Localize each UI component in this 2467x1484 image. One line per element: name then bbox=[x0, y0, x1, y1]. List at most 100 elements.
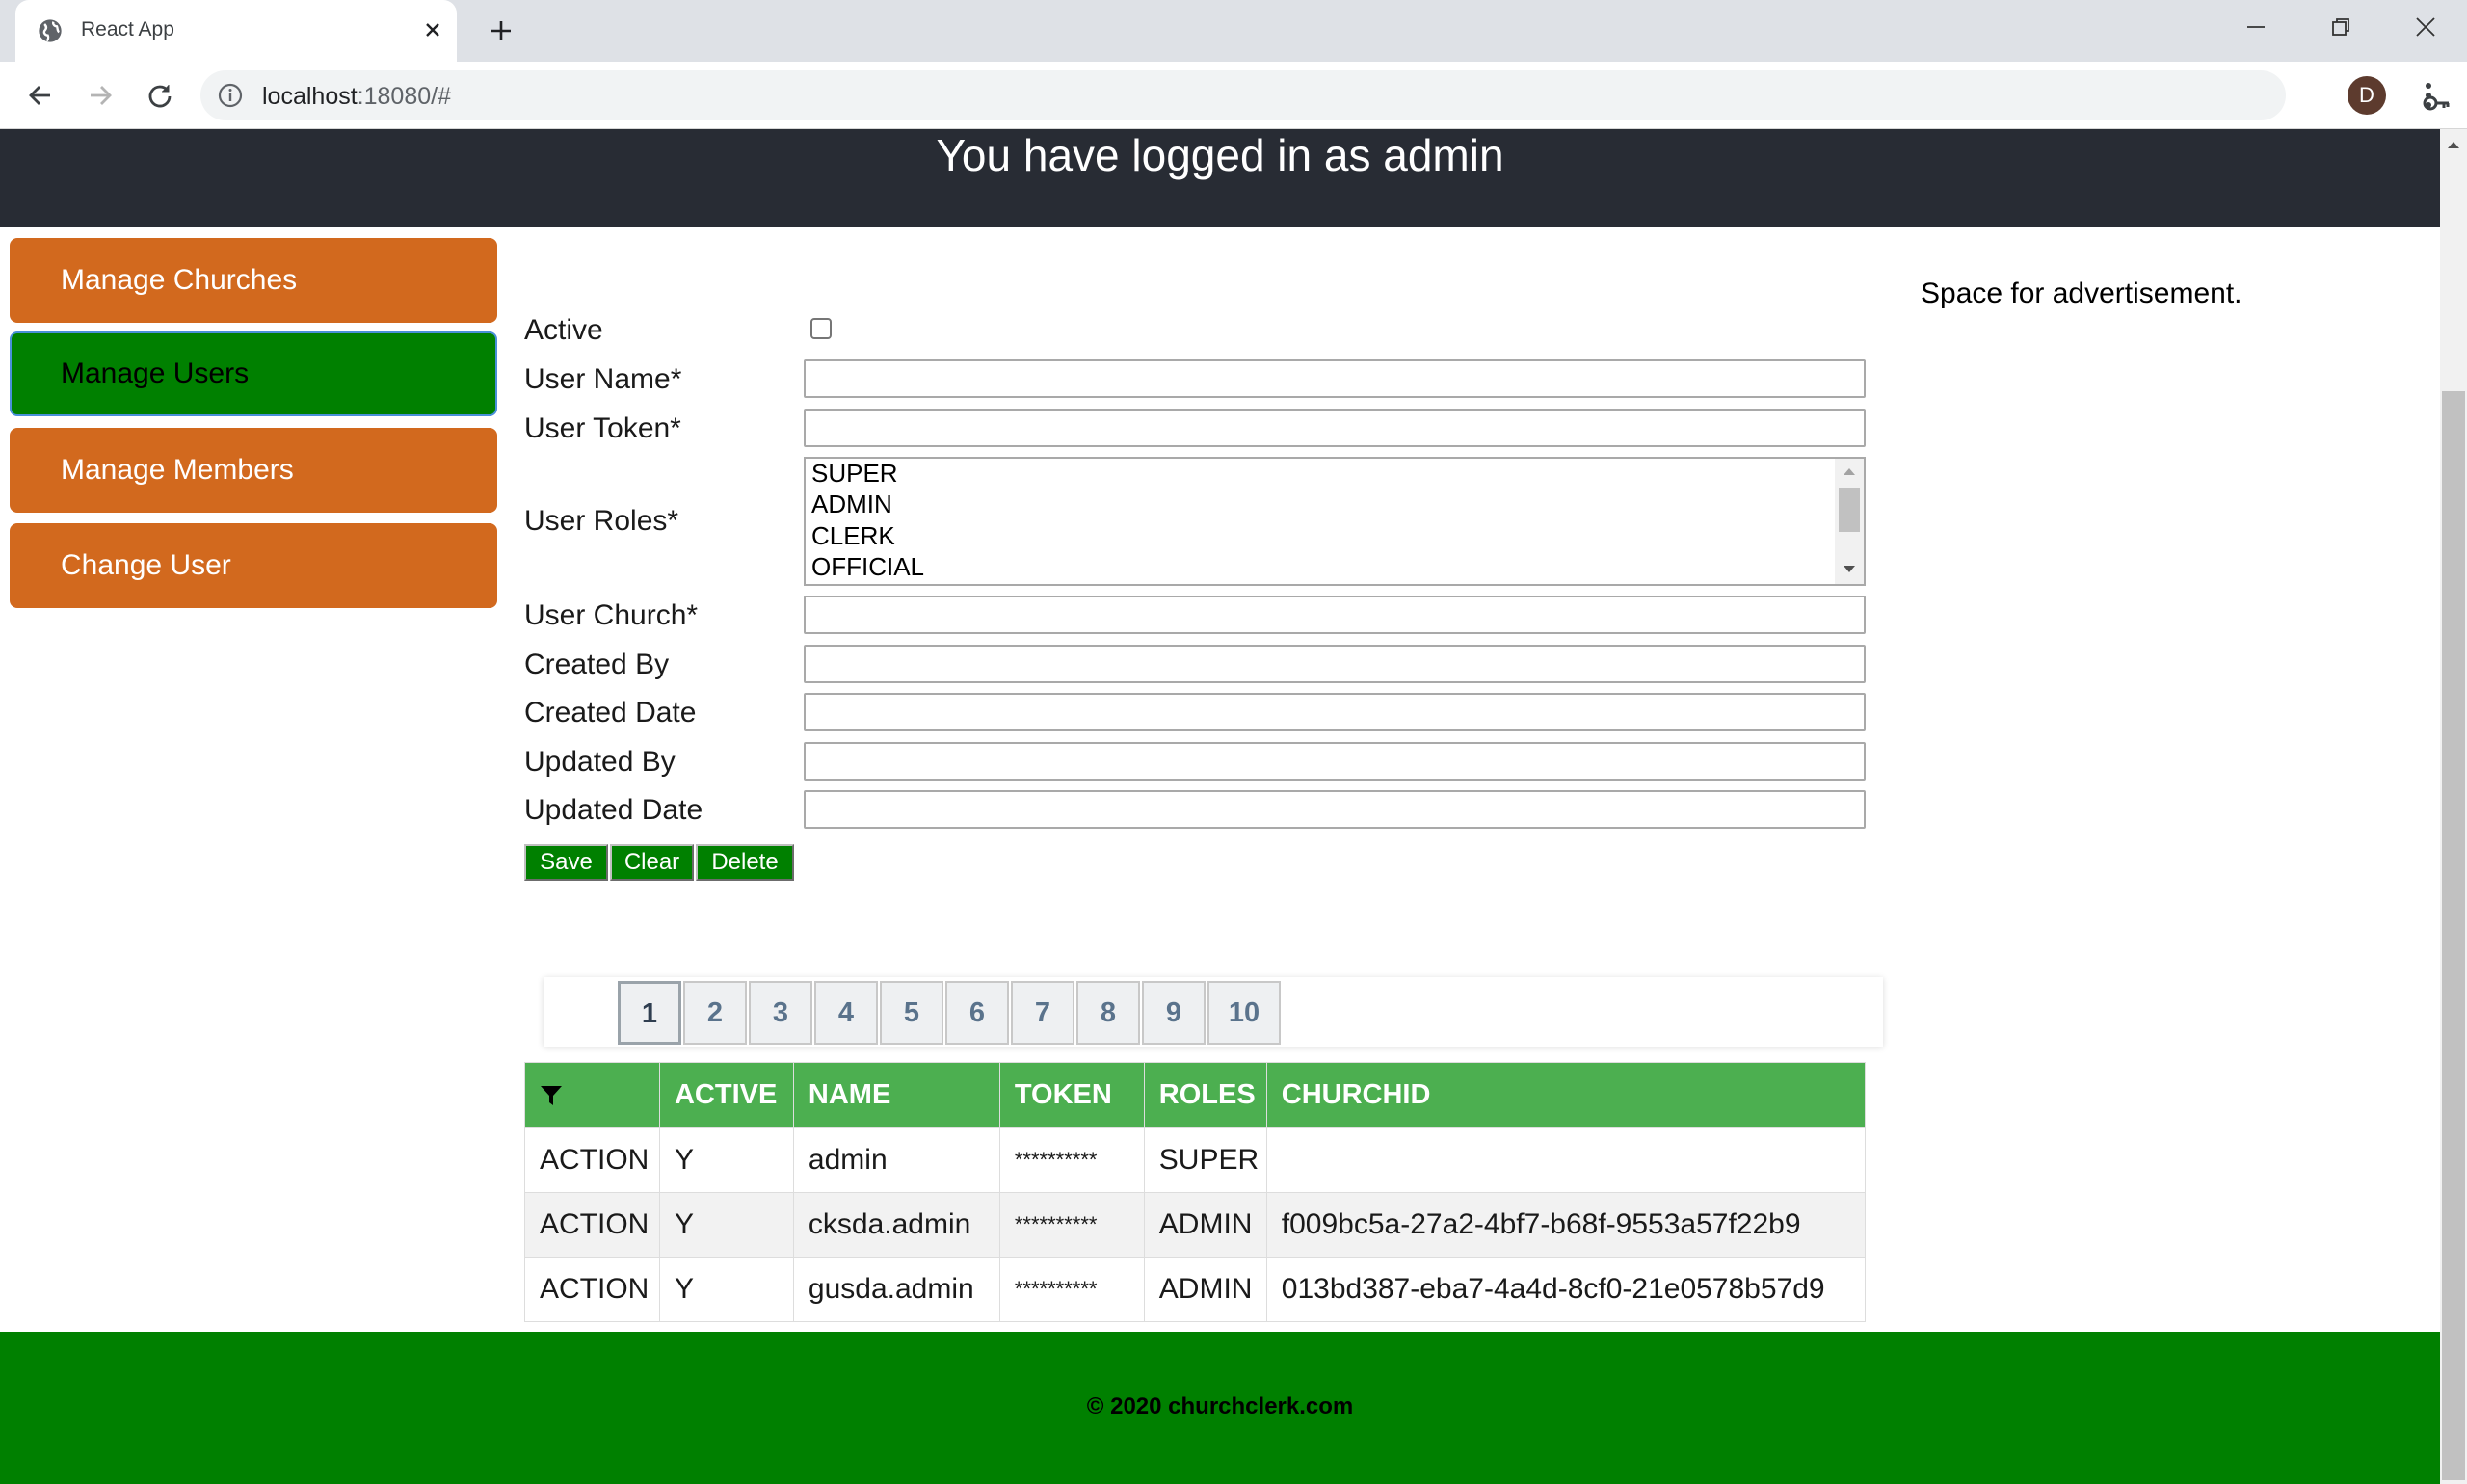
url-host: localhost bbox=[262, 83, 358, 110]
page-button-7[interactable]: 7 bbox=[1011, 981, 1074, 1045]
page-button-9[interactable]: 9 bbox=[1142, 981, 1206, 1045]
page-button-2[interactable]: 2 bbox=[683, 981, 747, 1045]
profile-avatar[interactable]: D bbox=[2348, 76, 2386, 115]
filter-icon[interactable] bbox=[540, 1084, 563, 1107]
forward-arrow-icon[interactable] bbox=[81, 76, 119, 115]
roles-scroll-thumb[interactable] bbox=[1839, 488, 1860, 532]
back-arrow-icon[interactable] bbox=[21, 76, 60, 115]
save-button[interactable]: Save bbox=[524, 844, 608, 881]
cell-churchid: f009bc5a-27a2-4bf7-b68f-9553a57f22b9 bbox=[1265, 1192, 1867, 1258]
user-roles-label: User Roles* bbox=[524, 505, 679, 537]
address-bar[interactable]: localhost:18080/# bbox=[200, 70, 2450, 120]
url-path: :18080/# bbox=[357, 83, 451, 110]
page-viewport: You have logged in as admin Manage Churc… bbox=[0, 129, 2440, 1484]
roles-scrollbar[interactable] bbox=[1835, 459, 1864, 584]
cell-active: Y bbox=[658, 1127, 794, 1193]
created-date-label: Created Date bbox=[524, 697, 697, 729]
row-action-link[interactable]: ACTION bbox=[524, 1192, 660, 1258]
sidebar-item-manage-members[interactable]: Manage Members bbox=[10, 428, 497, 513]
created-by-label: Created By bbox=[524, 649, 670, 680]
cell-churchid: 013bd387-eba7-4a4d-8cf0-21e0578b57d9 bbox=[1265, 1257, 1867, 1322]
cell-active: Y bbox=[658, 1257, 794, 1322]
role-option-super[interactable]: SUPER bbox=[811, 459, 898, 489]
column-header-token[interactable]: TOKEN bbox=[998, 1062, 1145, 1128]
cell-roles: SUPER bbox=[1143, 1127, 1267, 1193]
active-checkbox[interactable] bbox=[810, 318, 832, 339]
info-icon[interactable] bbox=[218, 83, 243, 108]
url-text: localhost:18080/# bbox=[262, 83, 451, 111]
cell-active: Y bbox=[658, 1192, 794, 1258]
advertisement-space: Space for advertisement. bbox=[1921, 278, 2242, 309]
page-title: You have logged in as admin bbox=[936, 130, 1504, 180]
table-row[interactable]: ACTION Y gusda.admin ********** ADMIN 01… bbox=[524, 1257, 1867, 1322]
page-scroll-thumb[interactable] bbox=[2442, 391, 2465, 1480]
globe-icon bbox=[39, 19, 62, 42]
page-button-1[interactable]: 1 bbox=[618, 981, 681, 1045]
updated-by-input[interactable] bbox=[804, 742, 1866, 781]
browser-tab[interactable]: React App bbox=[15, 0, 457, 62]
delete-button[interactable]: Delete bbox=[696, 844, 794, 881]
cell-roles: ADMIN bbox=[1143, 1257, 1267, 1322]
more-menu-icon[interactable] bbox=[2411, 76, 2446, 115]
tab-close-icon[interactable] bbox=[416, 13, 449, 46]
table-row[interactable]: ACTION Y admin ********** SUPER bbox=[524, 1127, 1867, 1193]
reload-icon[interactable] bbox=[141, 76, 179, 115]
window-close-icon[interactable] bbox=[2403, 10, 2448, 44]
users-table: ACTIVE NAME TOKEN ROLES CHURCHID ACTION … bbox=[524, 1062, 1867, 1322]
user-church-input[interactable] bbox=[804, 596, 1866, 634]
cell-name: cksda.admin bbox=[792, 1192, 1000, 1258]
updated-date-label: Updated Date bbox=[524, 794, 703, 826]
cell-roles: ADMIN bbox=[1143, 1192, 1267, 1258]
table-header-row: ACTIVE NAME TOKEN ROLES CHURCHID bbox=[524, 1062, 1867, 1128]
page-button-4[interactable]: 4 bbox=[814, 981, 878, 1045]
sidebar-item-manage-churches[interactable]: Manage Churches bbox=[10, 238, 497, 323]
active-label: Active bbox=[524, 314, 603, 346]
created-by-input[interactable] bbox=[804, 645, 1866, 683]
scroll-up-arrow-icon[interactable] bbox=[2440, 133, 2467, 156]
cell-name: admin bbox=[792, 1127, 1000, 1193]
copyright-text: © 2020 churchclerk.com bbox=[1086, 1393, 1354, 1419]
clear-button[interactable]: Clear bbox=[610, 844, 694, 881]
column-header-name[interactable]: NAME bbox=[792, 1062, 1000, 1128]
table-row[interactable]: ACTION Y cksda.admin ********** ADMIN f0… bbox=[524, 1192, 1867, 1258]
cell-token: ********** bbox=[998, 1192, 1145, 1258]
minimize-icon[interactable] bbox=[2234, 10, 2278, 44]
role-option-admin[interactable]: ADMIN bbox=[811, 490, 892, 519]
page-button-8[interactable]: 8 bbox=[1076, 981, 1140, 1045]
page-button-10[interactable]: 10 bbox=[1207, 981, 1281, 1045]
app-header: You have logged in as admin bbox=[0, 129, 2440, 227]
page-button-6[interactable]: 6 bbox=[945, 981, 1009, 1045]
sidebar-item-change-user[interactable]: Change User bbox=[10, 523, 497, 608]
user-church-label: User Church* bbox=[524, 599, 699, 631]
user-roles-select[interactable]: SUPER ADMIN CLERK OFFICIAL bbox=[804, 457, 1866, 586]
user-name-label: User Name* bbox=[524, 363, 682, 395]
page-footer: © 2020 churchclerk.com bbox=[0, 1332, 2440, 1484]
sidebar-item-manage-users[interactable]: Manage Users bbox=[10, 331, 497, 416]
scroll-up-arrow-icon[interactable] bbox=[1835, 461, 1864, 482]
column-header-churchid[interactable]: CHURCHID bbox=[1265, 1062, 1867, 1128]
updated-by-label: Updated By bbox=[524, 746, 676, 778]
cell-token: ********** bbox=[998, 1127, 1145, 1193]
page-button-3[interactable]: 3 bbox=[749, 981, 812, 1045]
updated-date-input[interactable] bbox=[804, 790, 1866, 829]
user-name-input[interactable] bbox=[804, 359, 1866, 398]
browser-toolbar: localhost:18080/# D bbox=[0, 62, 2467, 129]
page-button-5[interactable]: 5 bbox=[880, 981, 943, 1045]
new-tab-plus-icon[interactable] bbox=[482, 12, 520, 50]
cell-name: gusda.admin bbox=[792, 1257, 1000, 1322]
user-token-input[interactable] bbox=[804, 409, 1866, 447]
pagination: 1 2 3 4 5 6 7 8 9 10 bbox=[544, 977, 1883, 1047]
column-header-active[interactable]: ACTIVE bbox=[658, 1062, 794, 1128]
column-header-roles[interactable]: ROLES bbox=[1143, 1062, 1267, 1128]
restore-icon[interactable] bbox=[2319, 10, 2363, 44]
filter-column-header[interactable] bbox=[524, 1062, 660, 1128]
browser-tab-bar: React App bbox=[0, 0, 2467, 62]
row-action-link[interactable]: ACTION bbox=[524, 1257, 660, 1322]
row-action-link[interactable]: ACTION bbox=[524, 1127, 660, 1193]
role-option-official[interactable]: OFFICIAL bbox=[811, 552, 924, 582]
role-option-clerk[interactable]: CLERK bbox=[811, 521, 895, 551]
scroll-down-arrow-icon[interactable] bbox=[1835, 559, 1864, 580]
user-token-label: User Token* bbox=[524, 412, 681, 444]
created-date-input[interactable] bbox=[804, 693, 1866, 731]
page-scrollbar[interactable] bbox=[2440, 129, 2467, 1484]
